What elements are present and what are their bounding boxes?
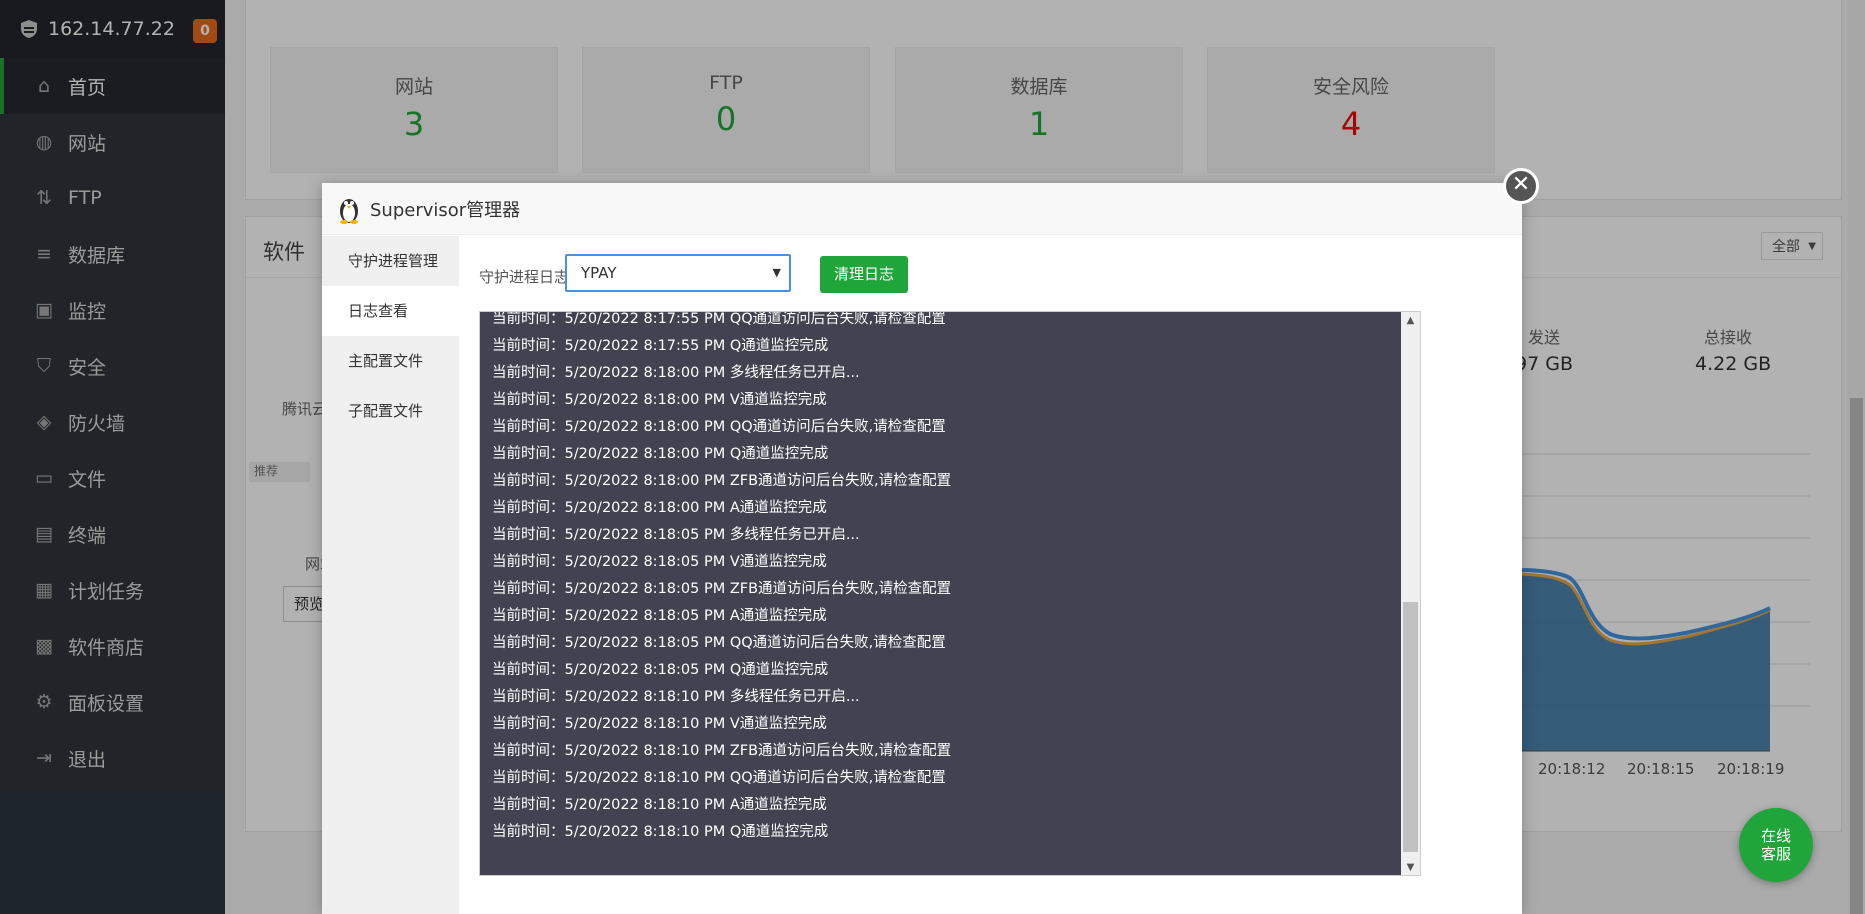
log-output[interactable]: 当前时间：5/20/2022 8:17:55 PM QQ通道访问后台失败,请检查… <box>479 311 1421 876</box>
scroll-down-icon[interactable]: ▼ <box>1401 862 1420 873</box>
log-line: 当前时间：5/20/2022 8:18:00 PM Q通道监控完成 <box>492 446 829 462</box>
process-select[interactable]: YPAY ▼ <box>565 254 791 292</box>
log-line: 当前时间：5/20/2022 8:18:00 PM V通道监控完成 <box>492 392 827 408</box>
modal-header: Supervisor管理器 <box>322 183 1522 235</box>
penguin-icon <box>340 198 358 224</box>
online-support-button[interactable]: 在线客服 <box>1739 808 1813 882</box>
log-line: 当前时间：5/20/2022 8:18:00 PM QQ通道访问后台失败,请检查… <box>492 419 946 435</box>
log-line: 当前时间：5/20/2022 8:18:05 PM Q通道监控完成 <box>492 662 829 678</box>
log-line: 当前时间：5/20/2022 8:18:05 PM 多线程任务已开启... <box>492 527 860 543</box>
log-scrollbar[interactable]: ▲ ▼ <box>1401 312 1420 875</box>
modal-title: Supervisor管理器 <box>370 199 521 221</box>
supervisor-modal: Supervisor管理器 守护进程管理 日志查看 主配置文件 子配置文件 守护… <box>322 183 1522 914</box>
tab-main-config[interactable]: 主配置文件 <box>322 336 459 386</box>
log-line: 当前时间：5/20/2022 8:18:10 PM Q通道监控完成 <box>492 824 829 840</box>
log-line: 当前时间：5/20/2022 8:18:05 PM V通道监控完成 <box>492 554 827 570</box>
log-line: 当前时间：5/20/2022 8:18:00 PM A通道监控完成 <box>492 500 827 516</box>
log-line: 当前时间：5/20/2022 8:18:10 PM A通道监控完成 <box>492 797 827 813</box>
log-lines: 当前时间：5/20/2022 8:17:55 PM QQ通道访问后台失败,请检查… <box>492 311 1396 846</box>
log-line: 当前时间：5/20/2022 8:18:05 PM QQ通道访问后台失败,请检查… <box>492 635 946 651</box>
close-icon[interactable]: ✕ <box>1503 168 1539 204</box>
log-line: 当前时间：5/20/2022 8:18:10 PM QQ通道访问后台失败,请检查… <box>492 770 946 786</box>
log-line: 当前时间：5/20/2022 8:18:10 PM ZFB通道访问后台失败,请检… <box>492 743 952 759</box>
log-label: 守护进程日志 <box>479 268 570 286</box>
chevron-down-icon: ▼ <box>772 266 781 279</box>
scroll-up-icon[interactable]: ▲ <box>1401 315 1420 326</box>
log-line: 当前时间：5/20/2022 8:17:55 PM Q通道监控完成 <box>492 338 829 354</box>
tab-log-view[interactable]: 日志查看 <box>322 286 459 336</box>
log-line: 当前时间：5/20/2022 8:18:00 PM 多线程任务已开启... <box>492 365 860 381</box>
log-line: 当前时间：5/20/2022 8:18:05 PM ZFB通道访问后台失败,请检… <box>492 581 952 597</box>
log-line: 当前时间：5/20/2022 8:17:55 PM QQ通道访问后台失败,请检查… <box>492 311 946 327</box>
modal-body: 守护进程日志 YPAY ▼ 清理日志 当前时间：5/20/2022 8:17:5… <box>459 236 1522 914</box>
log-line: 当前时间：5/20/2022 8:18:10 PM 多线程任务已开启... <box>492 689 860 705</box>
process-select-value: YPAY <box>581 264 617 282</box>
log-scrollbar-thumb[interactable] <box>1403 602 1418 852</box>
modal-tabs: 守护进程管理 日志查看 主配置文件 子配置文件 <box>322 236 459 914</box>
log-line: 当前时间：5/20/2022 8:18:10 PM V通道监控完成 <box>492 716 827 732</box>
log-line: 当前时间：5/20/2022 8:18:05 PM A通道监控完成 <box>492 608 827 624</box>
tab-process-manage[interactable]: 守护进程管理 <box>322 236 459 286</box>
tab-sub-config[interactable]: 子配置文件 <box>322 386 459 436</box>
online-support-label: 在线客服 <box>1760 827 1791 863</box>
log-line: 当前时间：5/20/2022 8:18:00 PM ZFB通道访问后台失败,请检… <box>492 473 952 489</box>
clear-log-button[interactable]: 清理日志 <box>820 256 908 293</box>
